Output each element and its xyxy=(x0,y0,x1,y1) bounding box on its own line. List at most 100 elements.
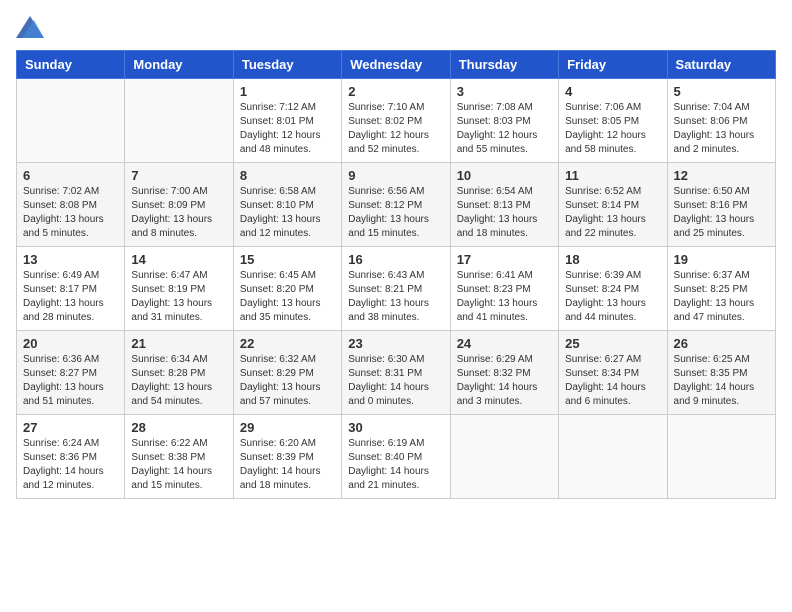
day-detail: Sunrise: 6:36 AMSunset: 8:27 PMDaylight:… xyxy=(23,353,118,409)
day-detail: Sunrise: 7:02 AMSunset: 8:08 PMDaylight:… xyxy=(23,185,118,241)
day-number: 5 xyxy=(674,84,769,99)
calendar-cell: 15 Sunrise: 6:45 AMSunset: 8:20 PMDayligh… xyxy=(233,247,341,331)
day-number: 24 xyxy=(457,336,552,351)
day-number: 15 xyxy=(240,252,335,267)
calendar-week-row: 27 Sunrise: 6:24 AMSunset: 8:36 PMDayligh… xyxy=(17,415,776,499)
day-detail: Sunrise: 6:50 AMSunset: 8:16 PMDaylight:… xyxy=(674,185,769,241)
day-number: 3 xyxy=(457,84,552,99)
calendar-cell: 24 Sunrise: 6:29 AMSunset: 8:32 PMDayligh… xyxy=(450,331,558,415)
day-number: 2 xyxy=(348,84,443,99)
calendar-cell: 22 Sunrise: 6:32 AMSunset: 8:29 PMDayligh… xyxy=(233,331,341,415)
day-number: 23 xyxy=(348,336,443,351)
day-detail: Sunrise: 6:43 AMSunset: 8:21 PMDaylight:… xyxy=(348,269,443,325)
day-number: 28 xyxy=(131,420,226,435)
day-detail: Sunrise: 6:54 AMSunset: 8:13 PMDaylight:… xyxy=(457,185,552,241)
day-detail: Sunrise: 6:27 AMSunset: 8:34 PMDaylight:… xyxy=(565,353,660,409)
day-number: 26 xyxy=(674,336,769,351)
day-number: 29 xyxy=(240,420,335,435)
calendar-cell: 21Sunrise: 6:34 AMSunset: 8:28 PMDayligh… xyxy=(125,331,233,415)
day-detail: Sunrise: 7:10 AMSunset: 8:02 PMDaylight:… xyxy=(348,101,443,157)
day-detail: Sunrise: 6:45 AMSunset: 8:20 PMDaylight:… xyxy=(240,269,335,325)
day-number: 1 xyxy=(240,84,335,99)
day-detail: Sunrise: 7:12 AMSunset: 8:01 PMDaylight:… xyxy=(240,101,335,157)
calendar-cell: 10 Sunrise: 6:54 AMSunset: 8:13 PMDayligh… xyxy=(450,163,558,247)
day-detail: Sunrise: 6:32 AMSunset: 8:29 PMDaylight:… xyxy=(240,353,335,409)
day-number: 4 xyxy=(565,84,660,99)
day-number: 27 xyxy=(23,420,118,435)
calendar-cell: 17Sunrise: 6:41 AMSunset: 8:23 PMDayligh… xyxy=(450,247,558,331)
calendar-cell: 11 Sunrise: 6:52 AMSunset: 8:14 PMDayligh… xyxy=(559,163,667,247)
day-detail: Sunrise: 6:25 AMSunset: 8:35 PMDaylight:… xyxy=(674,353,769,409)
calendar-cell: 28 Sunrise: 6:22 AMSunset: 8:38 PMDayligh… xyxy=(125,415,233,499)
day-number: 22 xyxy=(240,336,335,351)
day-detail: Sunrise: 6:41 AMSunset: 8:23 PMDaylight:… xyxy=(457,269,552,325)
day-number: 9 xyxy=(348,168,443,183)
day-detail: Sunrise: 6:19 AMSunset: 8:40 PMDaylight:… xyxy=(348,437,443,493)
calendar-cell: 8 Sunrise: 6:58 AMSunset: 8:10 PMDaylight… xyxy=(233,163,341,247)
calendar-week-row: 1 Sunrise: 7:12 AMSunset: 8:01 PMDaylight… xyxy=(17,79,776,163)
weekday-header-friday: Friday xyxy=(559,51,667,79)
weekday-header-monday: Monday xyxy=(125,51,233,79)
day-number: 21 xyxy=(131,336,226,351)
weekday-header-sunday: Sunday xyxy=(17,51,125,79)
day-detail: Sunrise: 7:08 AMSunset: 8:03 PMDaylight:… xyxy=(457,101,552,157)
calendar-cell xyxy=(125,79,233,163)
day-number: 7 xyxy=(131,168,226,183)
day-number: 18 xyxy=(565,252,660,267)
calendar-cell: 19Sunrise: 6:37 AMSunset: 8:25 PMDayligh… xyxy=(667,247,775,331)
calendar-cell: 13 Sunrise: 6:49 AMSunset: 8:17 PMDayligh… xyxy=(17,247,125,331)
calendar-cell: 9 Sunrise: 6:56 AMSunset: 8:12 PMDaylight… xyxy=(342,163,450,247)
page-header xyxy=(16,16,776,38)
calendar-cell: 2 Sunrise: 7:10 AMSunset: 8:02 PMDaylight… xyxy=(342,79,450,163)
day-detail: Sunrise: 6:56 AMSunset: 8:12 PMDaylight:… xyxy=(348,185,443,241)
day-number: 19 xyxy=(674,252,769,267)
day-number: 8 xyxy=(240,168,335,183)
day-number: 30 xyxy=(348,420,443,435)
day-number: 11 xyxy=(565,168,660,183)
weekday-header-tuesday: Tuesday xyxy=(233,51,341,79)
day-number: 13 xyxy=(23,252,118,267)
calendar-cell: 1 Sunrise: 7:12 AMSunset: 8:01 PMDaylight… xyxy=(233,79,341,163)
calendar-cell: 5 Sunrise: 7:04 AMSunset: 8:06 PMDaylight… xyxy=(667,79,775,163)
day-detail: Sunrise: 6:52 AMSunset: 8:14 PMDaylight:… xyxy=(565,185,660,241)
calendar-week-row: 6 Sunrise: 7:02 AMSunset: 8:08 PMDaylight… xyxy=(17,163,776,247)
day-number: 20 xyxy=(23,336,118,351)
day-number: 12 xyxy=(674,168,769,183)
calendar-cell: 7Sunrise: 7:00 AMSunset: 8:09 PMDaylight… xyxy=(125,163,233,247)
calendar-cell: 18Sunrise: 6:39 AMSunset: 8:24 PMDayligh… xyxy=(559,247,667,331)
calendar-cell: 6 Sunrise: 7:02 AMSunset: 8:08 PMDaylight… xyxy=(17,163,125,247)
calendar-cell: 27 Sunrise: 6:24 AMSunset: 8:36 PMDayligh… xyxy=(17,415,125,499)
calendar-cell: 20 Sunrise: 6:36 AMSunset: 8:27 PMDayligh… xyxy=(17,331,125,415)
day-detail: Sunrise: 6:30 AMSunset: 8:31 PMDaylight:… xyxy=(348,353,443,409)
day-detail: Sunrise: 6:49 AMSunset: 8:17 PMDaylight:… xyxy=(23,269,118,325)
logo-icon xyxy=(16,16,44,38)
day-detail: Sunrise: 6:24 AMSunset: 8:36 PMDaylight:… xyxy=(23,437,118,493)
calendar-cell: 23 Sunrise: 6:30 AMSunset: 8:31 PMDayligh… xyxy=(342,331,450,415)
day-detail: Sunrise: 6:22 AMSunset: 8:38 PMDaylight:… xyxy=(131,437,226,493)
calendar-cell xyxy=(559,415,667,499)
day-detail: Sunrise: 6:58 AMSunset: 8:10 PMDaylight:… xyxy=(240,185,335,241)
calendar-table: SundayMondayTuesdayWednesdayThursdayFrid… xyxy=(16,50,776,499)
day-detail: Sunrise: 6:20 AMSunset: 8:39 PMDaylight:… xyxy=(240,437,335,493)
weekday-header-saturday: Saturday xyxy=(667,51,775,79)
calendar-cell: 14 Sunrise: 6:47 AMSunset: 8:19 PMDayligh… xyxy=(125,247,233,331)
day-detail: Sunrise: 7:04 AMSunset: 8:06 PMDaylight:… xyxy=(674,101,769,157)
day-number: 10 xyxy=(457,168,552,183)
day-detail: Sunrise: 6:29 AMSunset: 8:32 PMDaylight:… xyxy=(457,353,552,409)
calendar-cell: 29 Sunrise: 6:20 AMSunset: 8:39 PMDayligh… xyxy=(233,415,341,499)
weekday-header-thursday: Thursday xyxy=(450,51,558,79)
day-number: 14 xyxy=(131,252,226,267)
day-number: 16 xyxy=(348,252,443,267)
calendar-week-row: 20 Sunrise: 6:36 AMSunset: 8:27 PMDayligh… xyxy=(17,331,776,415)
calendar-cell: 12 Sunrise: 6:50 AMSunset: 8:16 PMDayligh… xyxy=(667,163,775,247)
day-number: 6 xyxy=(23,168,118,183)
calendar-cell: 26 Sunrise: 6:25 AMSunset: 8:35 PMDayligh… xyxy=(667,331,775,415)
calendar-cell: 25 Sunrise: 6:27 AMSunset: 8:34 PMDayligh… xyxy=(559,331,667,415)
logo xyxy=(16,16,48,38)
calendar-cell xyxy=(17,79,125,163)
weekday-header-wednesday: Wednesday xyxy=(342,51,450,79)
day-detail: Sunrise: 6:47 AMSunset: 8:19 PMDaylight:… xyxy=(131,269,226,325)
calendar-cell: 4Sunrise: 7:06 AMSunset: 8:05 PMDaylight… xyxy=(559,79,667,163)
calendar-cell: 16 Sunrise: 6:43 AMSunset: 8:21 PMDayligh… xyxy=(342,247,450,331)
day-number: 25 xyxy=(565,336,660,351)
